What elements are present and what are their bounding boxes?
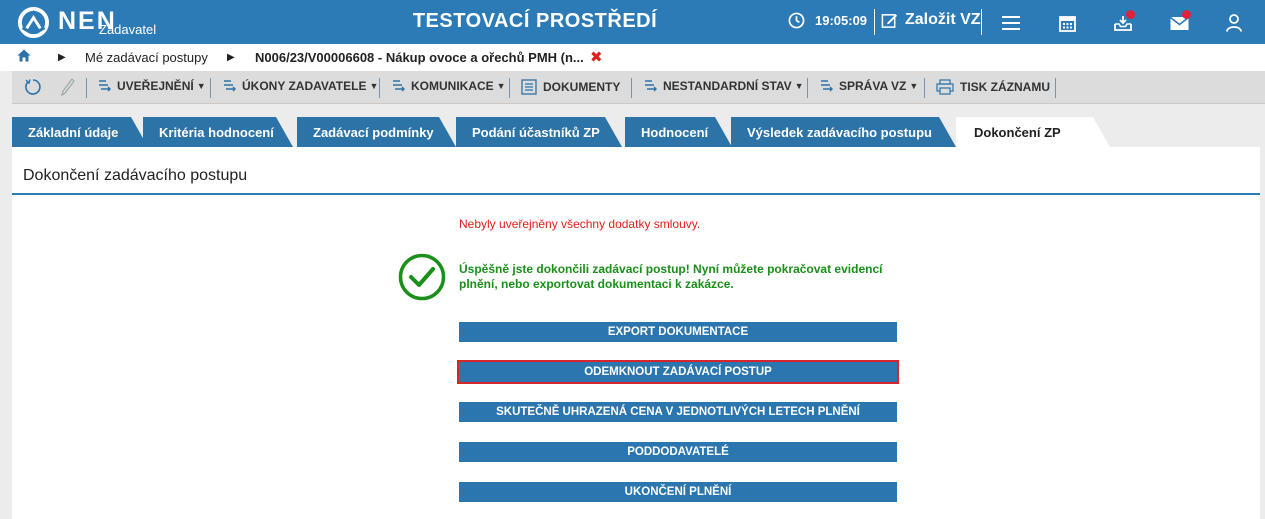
new-vz-button[interactable]: Založit VZ [881, 11, 981, 29]
uverejneni-label: UVEŘEJNĚNÍ [117, 79, 194, 93]
export-dokumentace-button[interactable]: EXPORT DOKUMENTACE [459, 322, 897, 342]
pencil-icon[interactable] [61, 78, 75, 96]
header-divider [981, 9, 982, 35]
toolbar-divider [86, 78, 87, 98]
tab-kriteria-hodnoceni[interactable]: Kritéria hodnocení [143, 117, 293, 147]
toolbar-divider [210, 78, 211, 98]
toolbar-divider [631, 78, 632, 98]
close-icon[interactable]: ✖ [590, 48, 603, 66]
tab-strip: Základní údaje Kritéria hodnocení Zadáva… [0, 117, 1265, 147]
uverejneni-menu[interactable]: UVEŘEJNĚNÍ ▼ [98, 79, 206, 93]
clock-icon [788, 12, 805, 29]
success-message: Úspěšně jste dokončili zadávací postup! … [459, 262, 883, 291]
ukony-label: ÚKONY ZADAVATELE [242, 79, 367, 93]
tisk-zaznamu-button[interactable]: TISK ZÁZNAMU [936, 79, 1050, 95]
tab-dokonceni-zp[interactable]: Dokončení ZP [956, 117, 1110, 147]
nestandardni-stav-menu[interactable]: NESTANDARDNÍ STAV ▼ [644, 79, 804, 93]
environment-title: TESTOVACÍ PROSTŘEDÍ [412, 10, 658, 32]
main-panel: Dokončení zadávacího postupu Nebyly uveř… [12, 147, 1260, 519]
breadcrumb-current[interactable]: N006/23/V00006608 - Nákup ovoce a ořechů… [255, 50, 584, 65]
tab-vysledek[interactable]: Výsledek zadávacího postupu [731, 117, 956, 147]
caret-down-icon: ▼ [369, 81, 379, 91]
toolbar-divider [1055, 78, 1056, 98]
list-icon [224, 80, 236, 92]
header-divider [874, 9, 875, 35]
list-icon [99, 80, 111, 92]
list-icon [393, 80, 405, 92]
edit-icon [881, 13, 898, 28]
app-root: NEN Zadavatel TESTOVACÍ PROSTŘEDÍ 19:05:… [0, 0, 1265, 519]
caret-down-icon: ▼ [496, 81, 506, 91]
ukony-menu[interactable]: ÚKONY ZADAVATELE ▼ [223, 79, 378, 93]
clock-time: 19:05:09 [815, 13, 868, 28]
title-divider [12, 193, 1260, 195]
success-check-icon [398, 253, 446, 301]
page-title: Dokončení zadávacího postupu [23, 167, 248, 184]
inbox-download-icon[interactable] [1111, 10, 1135, 35]
tab-zadavaci-podminky[interactable]: Zadávací podmínky [297, 117, 456, 147]
komunikace-menu[interactable]: KOMUNIKACE ▼ [392, 79, 506, 93]
home-icon[interactable] [17, 49, 31, 65]
dokumenty-button[interactable]: DOKUMENTY [521, 79, 620, 95]
logo-subtitle: Zadavatel [99, 22, 157, 37]
document-icon [521, 79, 537, 95]
caret-down-icon: ▼ [909, 81, 919, 91]
toolbar-divider [924, 78, 925, 98]
caret-down-icon: ▼ [196, 81, 206, 91]
breadcrumb: ▶ Mé zadávací postupy ▶ N006/23/V0000660… [0, 44, 1265, 71]
session-clock: 19:05:09 [788, 12, 867, 29]
toolbar-divider [807, 78, 808, 98]
sprava-label: SPRÁVA VZ [839, 79, 907, 93]
calendar-icon[interactable] [1055, 11, 1079, 35]
tisk-label: TISK ZÁZNAMU [960, 80, 1050, 94]
chevron-right-icon: ▶ [58, 52, 66, 63]
sprava-vz-menu[interactable]: SPRÁVA VZ ▼ [820, 79, 918, 93]
chevron-right-icon: ▶ [227, 52, 235, 63]
dokumenty-label: DOKUMENTY [543, 80, 621, 94]
caret-down-icon: ▼ [794, 81, 804, 91]
refresh-icon[interactable] [24, 78, 42, 96]
tab-hodnoceni[interactable]: Hodnocení [625, 117, 732, 147]
nen-logo-icon [18, 6, 49, 38]
action-toolbar: UVEŘEJNĚNÍ ▼ ÚKONY ZADAVATELE ▼ KOMUNIKACE… [12, 71, 1265, 104]
notification-dot [1182, 10, 1191, 19]
notification-dot [1126, 10, 1135, 19]
tab-podani-ucastniku[interactable]: Podání účastníků ZP [456, 117, 622, 147]
warning-message: Nebyly uveřejněny všechny dodatky smlouv… [459, 217, 701, 231]
printer-icon [936, 79, 954, 95]
odemknout-zadavaci-postup-button[interactable]: ODEMKNOUT ZADÁVACÍ POSTUP [457, 360, 899, 384]
komunikace-label: KOMUNIKACE [411, 79, 494, 93]
list-icon [821, 80, 833, 92]
ukonceni-plneni-button[interactable]: UKONČENÍ PLNĚNÍ [459, 482, 897, 502]
mail-icon[interactable] [1167, 10, 1191, 35]
breadcrumb-item[interactable]: Mé zadávací postupy [85, 50, 208, 65]
new-vz-label: Založit VZ [905, 11, 981, 28]
user-icon[interactable] [1222, 11, 1246, 35]
toolbar-divider [509, 78, 510, 98]
menu-icon[interactable] [999, 11, 1023, 35]
top-bar: NEN Zadavatel TESTOVACÍ PROSTŘEDÍ 19:05:… [0, 0, 1265, 44]
nestandardni-label: NESTANDARDNÍ STAV [663, 79, 792, 93]
skutecne-uhrazena-cena-button[interactable]: SKUTEČNĚ UHRAZENÁ CENA V JEDNOTLIVÝCH LE… [459, 402, 897, 422]
tab-zakladni-udaje[interactable]: Základní údaje [12, 117, 148, 147]
list-icon [645, 80, 657, 92]
poddodavatele-button[interactable]: PODDODAVATELÉ [459, 442, 897, 462]
toolbar-divider [379, 78, 380, 98]
